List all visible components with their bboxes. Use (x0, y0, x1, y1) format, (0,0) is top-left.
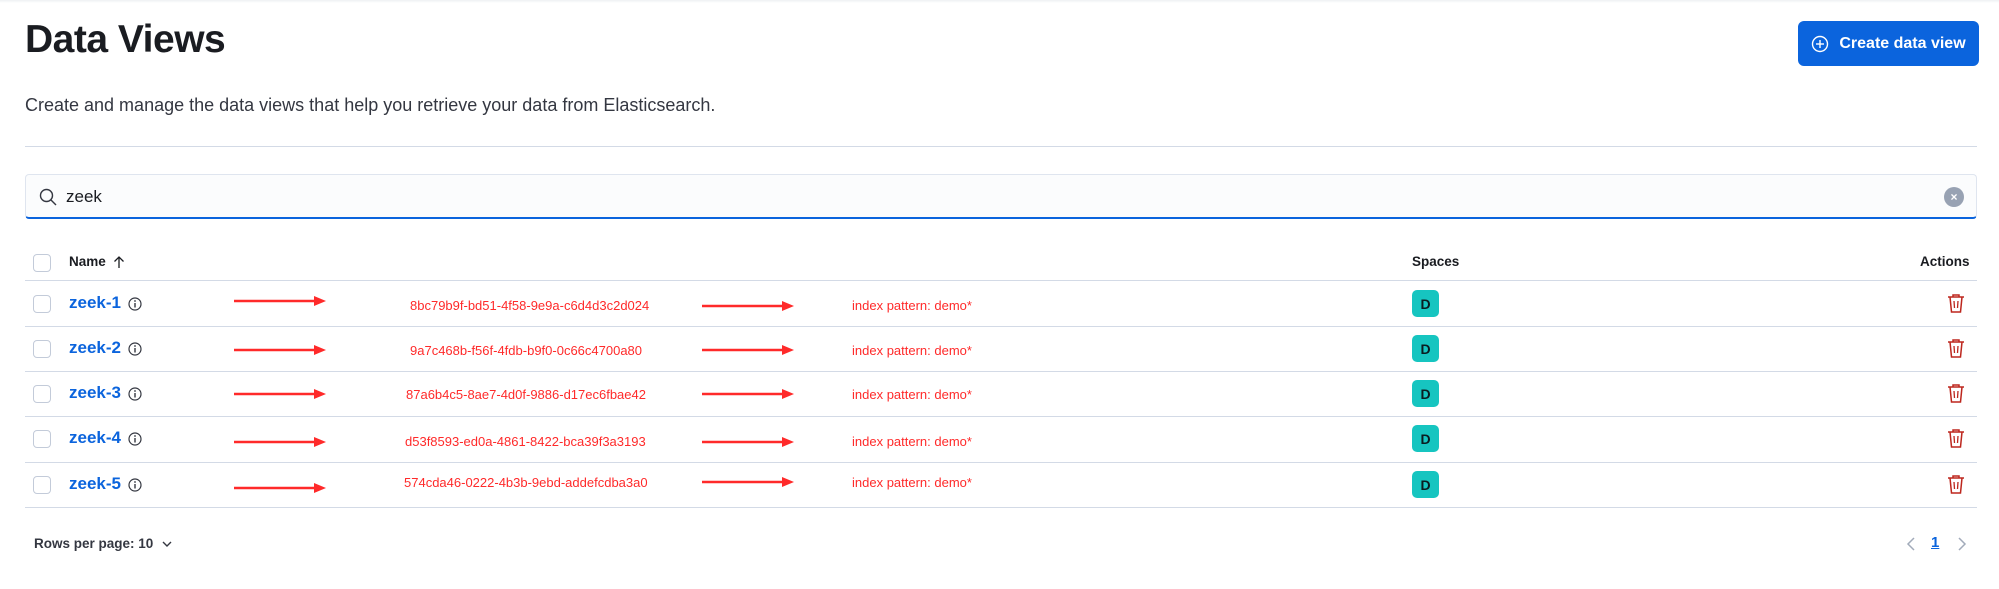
search-field[interactable]: zeek × (25, 174, 1977, 219)
sort-ascending-icon (113, 255, 124, 268)
annotation-arrow (702, 477, 794, 487)
annotation-arrow (234, 296, 326, 306)
row-divider-line (25, 462, 1977, 463)
next-page-icon[interactable] (1955, 535, 1969, 553)
plus-circle-icon (1812, 35, 1829, 52)
clear-search-icon[interactable]: × (1944, 187, 1964, 207)
column-header-name[interactable]: Name (69, 254, 126, 269)
top-shadow (0, 0, 1999, 3)
annotation-arrow (702, 389, 794, 399)
row-checkbox[interactable] (33, 385, 51, 403)
column-name-label: Name (69, 254, 106, 269)
column-header-actions: Actions (1920, 254, 1970, 269)
trash-icon[interactable] (1947, 293, 1965, 313)
select-all-checkbox[interactable] (33, 254, 51, 272)
page-description: Create and manage the data views that he… (25, 95, 716, 115)
annotation-arrow (234, 345, 326, 355)
trash-icon[interactable] (1947, 428, 1965, 448)
page-number-button[interactable]: 1 (1931, 534, 1939, 551)
info-icon[interactable] (128, 387, 142, 401)
space-avatar-badge[interactable]: D (1412, 425, 1439, 452)
row-checkbox[interactable] (33, 340, 51, 358)
rows-per-page-button[interactable]: Rows per page: 10 (34, 536, 173, 551)
annotation-pattern-text: index pattern: demo* (852, 343, 972, 358)
data-view-name-link[interactable]: zeek-1 (69, 293, 121, 313)
data-view-name-link[interactable]: zeek-5 (69, 474, 121, 494)
annotation-pattern-text: index pattern: demo* (852, 298, 972, 313)
header-divider (25, 146, 1977, 147)
page-title: Data Views (25, 18, 226, 61)
previous-page-icon[interactable] (1904, 535, 1918, 553)
column-header-spaces: Spaces (1412, 254, 1460, 269)
annotation-pattern-text: index pattern: demo* (852, 434, 972, 449)
annotation-pattern-text: index pattern: demo* (852, 387, 972, 402)
annotation-id-text: 87a6b4c5-8ae7-4d0f-9886-d17ec6fbae42 (406, 387, 646, 402)
row-checkbox[interactable] (33, 476, 51, 494)
space-avatar-badge[interactable]: D (1412, 471, 1439, 498)
trash-icon[interactable] (1947, 474, 1965, 494)
row-checkbox[interactable] (33, 430, 51, 448)
annotation-arrow (234, 389, 326, 399)
chevron-down-icon (162, 541, 172, 547)
create-data-view-button[interactable]: Create data view (1798, 21, 1979, 66)
search-input[interactable]: zeek (66, 187, 102, 207)
space-avatar-badge[interactable]: D (1412, 380, 1439, 407)
row-checkbox[interactable] (33, 295, 51, 313)
space-avatar-badge[interactable]: D (1412, 335, 1439, 362)
row-divider-line (25, 416, 1977, 417)
data-view-name-link[interactable]: zeek-2 (69, 338, 121, 358)
info-icon[interactable] (128, 478, 142, 492)
rows-per-page-label: Rows per page: 10 (34, 536, 154, 551)
row-divider-line (25, 507, 1977, 508)
data-view-name-link[interactable]: zeek-4 (69, 428, 121, 448)
annotation-id-text: 9a7c468b-f56f-4fdb-b9f0-0c66c4700a80 (410, 343, 643, 358)
create-data-view-label: Create data view (1839, 34, 1966, 52)
annotation-arrow (702, 301, 794, 311)
annotation-arrow (234, 483, 326, 493)
annotation-id-text: d53f8593-ed0a-4861-8422-bca39f3a3193 (405, 434, 646, 449)
trash-icon[interactable] (1947, 338, 1965, 358)
space-avatar-badge[interactable]: D (1412, 290, 1439, 317)
search-icon (39, 188, 57, 206)
annotation-arrow (702, 345, 794, 355)
annotation-id-text: 8bc79b9f-bd51-4f58-9e9a-c6d4d3c2d024 (410, 298, 650, 313)
info-icon[interactable] (128, 297, 142, 311)
row-divider-line (25, 326, 1977, 327)
annotation-pattern-text: index pattern: demo* (852, 475, 972, 490)
annotation-arrow (234, 437, 326, 447)
data-view-name-link[interactable]: zeek-3 (69, 383, 121, 403)
row-divider-line (25, 371, 1977, 372)
trash-icon[interactable] (1947, 383, 1965, 403)
annotation-arrow (702, 437, 794, 447)
annotation-id-text: 574cda46-0222-4b3b-9ebd-addefcdba3a0 (404, 475, 648, 490)
info-icon[interactable] (128, 342, 142, 356)
info-icon[interactable] (128, 432, 142, 446)
header-divider-line (25, 280, 1977, 281)
